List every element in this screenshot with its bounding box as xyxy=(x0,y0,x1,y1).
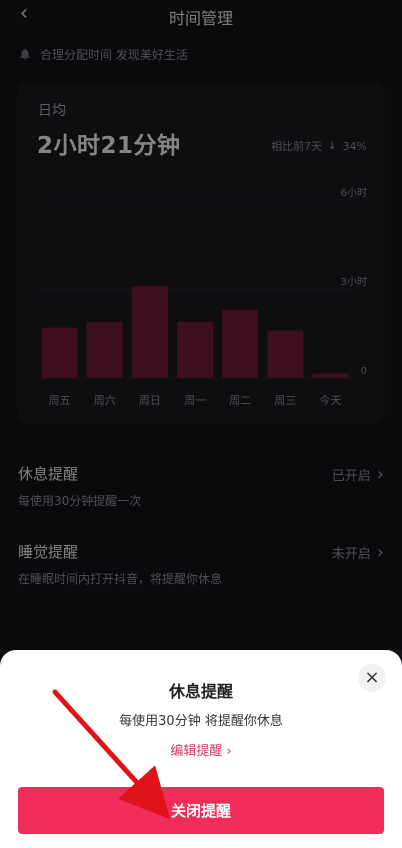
sheet-title: 休息提醒 xyxy=(168,682,233,701)
chevron-right-icon: › xyxy=(226,744,232,759)
sleep-reminder-row[interactable]: 睡觉提醒 在睡眠时间内打开抖音，将提醒你休息 未开启 › xyxy=(18,541,386,587)
rest-reminder-desc: 每使用30分钟提醒一次 xyxy=(18,494,142,508)
usage-bar-chart: 6小时 3小时 0 周五 周六 周日 周一 周二 周三 今天 xyxy=(37,187,367,407)
rest-reminder-state: 已开启 › xyxy=(332,465,384,484)
sleep-reminder-desc: 在睡眠时间内打开抖音，将提醒你休息 xyxy=(18,572,223,586)
chevron-right-icon: › xyxy=(376,463,384,485)
bar-7 xyxy=(312,373,349,378)
turn-off-reminder-button[interactable]: 关闭提醒 xyxy=(18,787,384,834)
y-tick-label: 6小时 xyxy=(341,187,367,199)
tip-row: 合理分配时间 发现美好生活 xyxy=(18,44,188,64)
sleep-reminder-state: 未开启 › xyxy=(332,543,384,562)
bottom-sheet: × 休息提醒 每使用30分钟 将提醒你休息 编辑提醒 › 关闭提醒 xyxy=(0,650,402,848)
x-tick-label: 周一 xyxy=(184,394,206,407)
x-tick-label: 周六 xyxy=(94,394,116,407)
x-tick-label: 周五 xyxy=(49,394,71,407)
rest-reminder-state-text: 已开启 xyxy=(331,469,371,484)
x-tick-label: 今天 xyxy=(319,393,341,407)
bar-1 xyxy=(41,327,78,378)
x-tick-label: 周日 xyxy=(139,394,161,407)
x-tick-label: 周三 xyxy=(274,394,296,407)
chevron-right-icon: › xyxy=(376,541,384,563)
sleep-reminder-state-text: 未开启 xyxy=(331,547,371,562)
rest-reminder-row[interactable]: 休息提醒 每使用30分钟提醒一次 已开启 › xyxy=(18,463,386,509)
header: ‹ 时间管理 xyxy=(0,0,402,32)
x-tick-label: 周二 xyxy=(229,394,251,407)
bar-3 xyxy=(131,286,168,378)
bar-6 xyxy=(267,330,304,378)
sheet-description: 每使用30分钟 将提醒你休息 xyxy=(119,714,283,729)
bar-5 xyxy=(222,309,259,378)
usage-card: 日均 2小时21分钟 相比前7天 ↓ 34% 6小时 3小时 0 周五 周六 周日 周一 周二… xyxy=(17,82,385,424)
edit-reminder-link[interactable]: 编辑提醒 › xyxy=(0,740,402,759)
bell-icon xyxy=(20,48,30,60)
page-title: 时间管理 xyxy=(168,9,233,28)
edit-reminder-label: 编辑提醒 xyxy=(170,744,223,759)
y-tick-label: 3小时 xyxy=(341,276,367,288)
y-tick-label: 0 xyxy=(361,366,367,377)
turn-off-reminder-label: 关闭提醒 xyxy=(170,802,231,820)
bar-2 xyxy=(86,321,123,378)
tip-text: 合理分配时间 发现美好生活 xyxy=(40,47,188,62)
time-management-screen: ‹ 时间管理 合理分配时间 发现美好生活 日均 2小时21分钟 相比前7天 ↓ … xyxy=(0,0,402,848)
bar-4 xyxy=(177,321,213,378)
